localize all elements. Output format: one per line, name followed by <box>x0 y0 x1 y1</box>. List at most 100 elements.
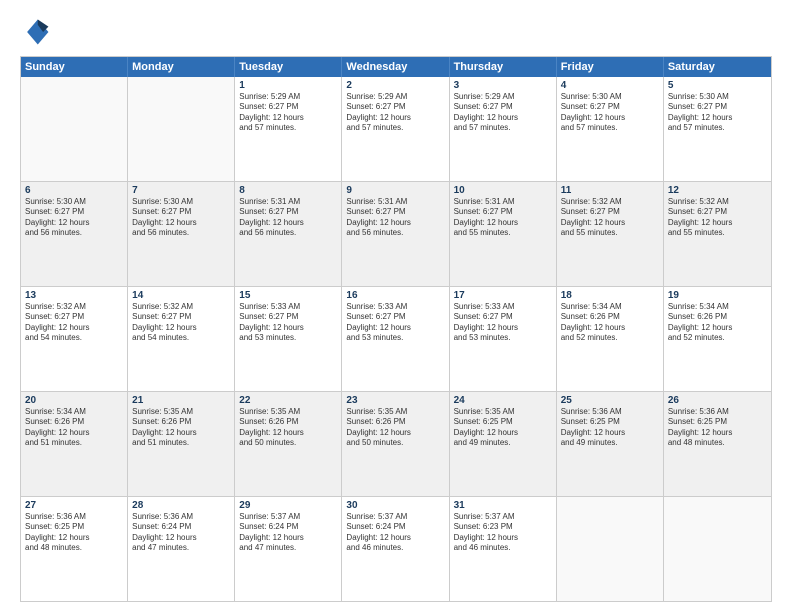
cell-line: Sunset: 6:27 PM <box>668 102 767 112</box>
calendar-cell: 7Sunrise: 5:30 AMSunset: 6:27 PMDaylight… <box>128 182 235 286</box>
day-number: 24 <box>454 395 552 406</box>
calendar-cell: 10Sunrise: 5:31 AMSunset: 6:27 PMDayligh… <box>450 182 557 286</box>
day-number: 7 <box>132 185 230 196</box>
day-number: 4 <box>561 80 659 91</box>
cell-line: Sunrise: 5:30 AM <box>132 197 230 207</box>
cell-line: Sunrise: 5:34 AM <box>668 302 767 312</box>
cell-line: Sunset: 6:26 PM <box>668 312 767 322</box>
cell-line: Sunset: 6:25 PM <box>668 417 767 427</box>
cell-line: Sunset: 6:27 PM <box>454 207 552 217</box>
calendar-cell: 28Sunrise: 5:36 AMSunset: 6:24 PMDayligh… <box>128 497 235 601</box>
cell-line: Sunset: 6:27 PM <box>346 102 444 112</box>
cell-line: Sunset: 6:24 PM <box>346 522 444 532</box>
calendar-cell: 13Sunrise: 5:32 AMSunset: 6:27 PMDayligh… <box>21 287 128 391</box>
calendar-cell: 17Sunrise: 5:33 AMSunset: 6:27 PMDayligh… <box>450 287 557 391</box>
calendar-cell: 18Sunrise: 5:34 AMSunset: 6:26 PMDayligh… <box>557 287 664 391</box>
cell-line: Sunset: 6:26 PM <box>239 417 337 427</box>
calendar-cell: 31Sunrise: 5:37 AMSunset: 6:23 PMDayligh… <box>450 497 557 601</box>
calendar-cell <box>664 497 771 601</box>
cell-line: and 56 minutes. <box>346 228 444 238</box>
logo-icon <box>20 16 52 48</box>
cell-line: and 57 minutes. <box>239 123 337 133</box>
cell-line: and 46 minutes. <box>454 543 552 553</box>
cell-line: Sunset: 6:27 PM <box>561 207 659 217</box>
cell-line: Sunrise: 5:32 AM <box>132 302 230 312</box>
cell-line: and 53 minutes. <box>346 333 444 343</box>
cell-line: Daylight: 12 hours <box>346 218 444 228</box>
cell-line: Sunrise: 5:34 AM <box>25 407 123 417</box>
cell-line: Daylight: 12 hours <box>25 533 123 543</box>
calendar-cell <box>128 77 235 181</box>
day-number: 5 <box>668 80 767 91</box>
day-number: 17 <box>454 290 552 301</box>
cell-line: Sunrise: 5:32 AM <box>668 197 767 207</box>
cell-line: and 51 minutes. <box>25 438 123 448</box>
cell-line: and 53 minutes. <box>239 333 337 343</box>
cell-line: and 57 minutes. <box>668 123 767 133</box>
day-number: 28 <box>132 500 230 511</box>
cell-line: Sunset: 6:27 PM <box>454 102 552 112</box>
day-number: 26 <box>668 395 767 406</box>
calendar-cell: 16Sunrise: 5:33 AMSunset: 6:27 PMDayligh… <box>342 287 449 391</box>
header-day: Tuesday <box>235 57 342 77</box>
cell-line: Sunrise: 5:37 AM <box>239 512 337 522</box>
cell-line: and 54 minutes. <box>132 333 230 343</box>
calendar-cell: 23Sunrise: 5:35 AMSunset: 6:26 PMDayligh… <box>342 392 449 496</box>
cell-line: Sunrise: 5:33 AM <box>454 302 552 312</box>
calendar-cell: 22Sunrise: 5:35 AMSunset: 6:26 PMDayligh… <box>235 392 342 496</box>
calendar-cell: 5Sunrise: 5:30 AMSunset: 6:27 PMDaylight… <box>664 77 771 181</box>
cell-line: Daylight: 12 hours <box>132 218 230 228</box>
cell-line: Sunset: 6:25 PM <box>454 417 552 427</box>
cell-line: and 55 minutes. <box>561 228 659 238</box>
calendar-cell: 3Sunrise: 5:29 AMSunset: 6:27 PMDaylight… <box>450 77 557 181</box>
cell-line: Daylight: 12 hours <box>25 428 123 438</box>
cell-line: and 48 minutes. <box>668 438 767 448</box>
cell-line: Daylight: 12 hours <box>239 218 337 228</box>
cell-line: and 56 minutes. <box>239 228 337 238</box>
cell-line: Sunset: 6:26 PM <box>25 417 123 427</box>
cell-line: Daylight: 12 hours <box>668 428 767 438</box>
calendar-cell: 20Sunrise: 5:34 AMSunset: 6:26 PMDayligh… <box>21 392 128 496</box>
cell-line: and 52 minutes. <box>561 333 659 343</box>
cell-line: and 52 minutes. <box>668 333 767 343</box>
cell-line: Sunrise: 5:32 AM <box>25 302 123 312</box>
day-number: 16 <box>346 290 444 301</box>
cell-line: Sunset: 6:24 PM <box>132 522 230 532</box>
cell-line: Sunset: 6:27 PM <box>239 102 337 112</box>
cell-line: and 56 minutes. <box>25 228 123 238</box>
cell-line: Daylight: 12 hours <box>561 113 659 123</box>
cell-line: Daylight: 12 hours <box>454 113 552 123</box>
calendar-cell: 24Sunrise: 5:35 AMSunset: 6:25 PMDayligh… <box>450 392 557 496</box>
calendar-header: SundayMondayTuesdayWednesdayThursdayFrid… <box>21 57 771 77</box>
calendar-cell: 4Sunrise: 5:30 AMSunset: 6:27 PMDaylight… <box>557 77 664 181</box>
cell-line: Sunset: 6:27 PM <box>239 207 337 217</box>
cell-line: Sunrise: 5:36 AM <box>132 512 230 522</box>
cell-line: Sunrise: 5:35 AM <box>239 407 337 417</box>
cell-line: Daylight: 12 hours <box>239 533 337 543</box>
day-number: 10 <box>454 185 552 196</box>
cell-line: Daylight: 12 hours <box>346 323 444 333</box>
calendar-cell: 19Sunrise: 5:34 AMSunset: 6:26 PMDayligh… <box>664 287 771 391</box>
cell-line: Sunrise: 5:37 AM <box>454 512 552 522</box>
calendar-cell: 29Sunrise: 5:37 AMSunset: 6:24 PMDayligh… <box>235 497 342 601</box>
calendar-cell: 15Sunrise: 5:33 AMSunset: 6:27 PMDayligh… <box>235 287 342 391</box>
cell-line: and 51 minutes. <box>132 438 230 448</box>
cell-line: Sunrise: 5:35 AM <box>346 407 444 417</box>
day-number: 23 <box>346 395 444 406</box>
cell-line: and 50 minutes. <box>239 438 337 448</box>
cell-line: Daylight: 12 hours <box>561 428 659 438</box>
day-number: 6 <box>25 185 123 196</box>
header-day: Saturday <box>664 57 771 77</box>
calendar-body: 1Sunrise: 5:29 AMSunset: 6:27 PMDaylight… <box>21 77 771 601</box>
calendar-row: 13Sunrise: 5:32 AMSunset: 6:27 PMDayligh… <box>21 287 771 392</box>
cell-line: Sunrise: 5:33 AM <box>346 302 444 312</box>
cell-line: Daylight: 12 hours <box>561 323 659 333</box>
calendar-cell <box>21 77 128 181</box>
day-number: 21 <box>132 395 230 406</box>
cell-line: and 49 minutes. <box>454 438 552 448</box>
cell-line: Sunset: 6:25 PM <box>25 522 123 532</box>
day-number: 19 <box>668 290 767 301</box>
cell-line: Daylight: 12 hours <box>454 323 552 333</box>
cell-line: Sunset: 6:27 PM <box>25 207 123 217</box>
day-number: 8 <box>239 185 337 196</box>
